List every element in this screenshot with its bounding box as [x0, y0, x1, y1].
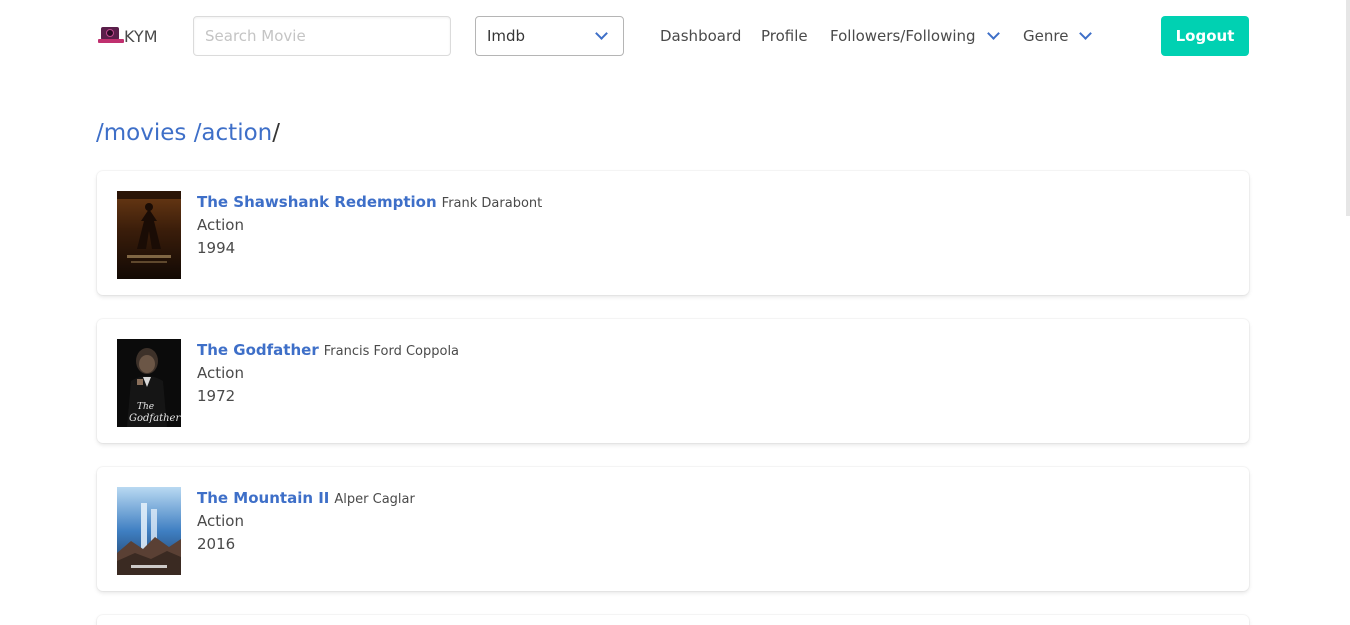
nav-dashboard-label: Dashboard — [660, 27, 742, 45]
breadcrumb-trail: / — [272, 120, 280, 146]
movie-year: 1994 — [197, 239, 236, 257]
movie-director: Alper Caglar — [334, 492, 415, 507]
source-select[interactable]: Imdb — [475, 16, 624, 56]
movie-card: The Shawshank Redemption Frank Darabont … — [97, 171, 1249, 295]
movie-genre: Action — [197, 364, 244, 382]
movie-card-partial — [97, 615, 1249, 625]
chevron-down-icon — [1079, 26, 1093, 40]
movie-year: 2016 — [197, 535, 236, 553]
search-input[interactable] — [193, 16, 451, 56]
movie-director: Francis Ford Coppola — [323, 344, 460, 359]
logout-button[interactable]: Logout — [1161, 16, 1249, 56]
svg-text:Godfather: Godfather — [129, 413, 181, 424]
svg-text:The: The — [137, 402, 154, 412]
nav-followers-dropdown[interactable]: Followers/Following — [830, 24, 1000, 48]
camera-logo-icon — [98, 25, 124, 47]
movie-genre: Action — [197, 216, 244, 234]
brand-name: KYM — [124, 26, 158, 46]
breadcrumb: /movies /action/ — [96, 120, 280, 146]
navbar: KYM Imdb Dashboard Profile Followers/Fol… — [0, 0, 1346, 72]
breadcrumb-movies-link[interactable]: /movies — [96, 120, 186, 146]
movie-title-link[interactable]: The Mountain II — [197, 489, 329, 507]
breadcrumb-action-link[interactable]: /action — [194, 120, 273, 146]
movie-director: Frank Darabont — [441, 196, 543, 211]
chevron-down-icon — [986, 26, 1000, 40]
page-scrollbar[interactable] — [1346, 0, 1350, 216]
movie-title-link[interactable]: The Shawshank Redemption — [197, 193, 437, 211]
brand[interactable]: KYM — [98, 25, 158, 47]
movie-card: The Mountain II Alper Caglar Action 2016 — [97, 467, 1249, 591]
godfather-poster-icon[interactable]: The Godfather — [117, 339, 181, 427]
nav-genre-dropdown[interactable]: Genre — [1023, 24, 1093, 48]
movie-title-link[interactable]: The Godfather — [197, 341, 319, 359]
shawshank-poster-icon[interactable] — [117, 191, 181, 279]
movie-year: 1972 — [197, 387, 236, 405]
nav-profile-label: Profile — [761, 27, 808, 45]
nav-genre-label: Genre — [1023, 27, 1069, 45]
source-select-value: Imdb — [487, 27, 526, 45]
chevron-down-icon — [595, 27, 608, 40]
mountain-poster-icon[interactable] — [117, 487, 181, 575]
movie-card: The Godfather The Godfather Francis Ford… — [97, 319, 1249, 443]
movie-genre: Action — [197, 512, 244, 530]
nav-followers-label: Followers/Following — [830, 27, 976, 45]
nav-profile[interactable]: Profile — [761, 24, 808, 48]
nav-dashboard[interactable]: Dashboard — [660, 24, 741, 48]
